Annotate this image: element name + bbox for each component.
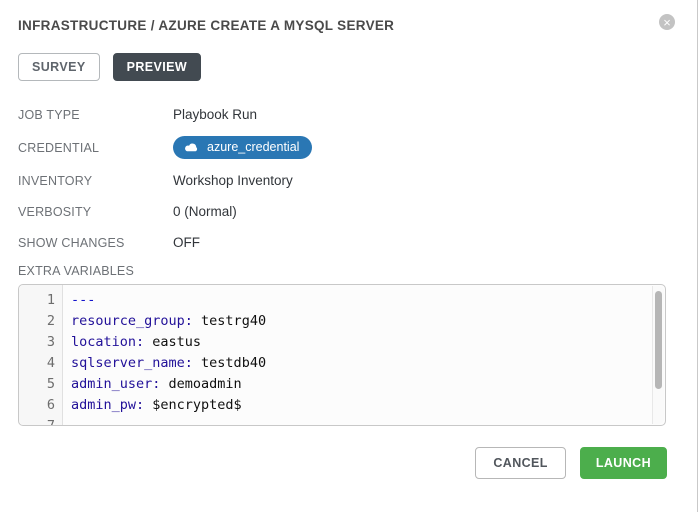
verbosity-value: 0 (Normal)	[173, 204, 237, 219]
yaml-key: resource_group:	[71, 313, 193, 329]
editor-scrollbar-thumb[interactable]	[655, 291, 662, 389]
yaml-value: eastus	[144, 334, 201, 350]
line-number: 7	[19, 416, 55, 426]
extra-variables-label: EXTRA VARIABLES	[18, 264, 667, 278]
job-type-value: Playbook Run	[173, 107, 257, 122]
yaml-key: admin_pw:	[71, 397, 144, 413]
yaml-value: $encrypted$	[144, 397, 242, 413]
yaml-key: sqlserver_name:	[71, 355, 193, 371]
inventory-value: Workshop Inventory	[173, 173, 293, 188]
tab-bar: SURVEY PREVIEW	[18, 53, 667, 81]
line-number: 2	[19, 311, 55, 332]
editor-scrollbar-track[interactable]	[652, 286, 664, 424]
extra-variables-editor[interactable]: 1 2 3 4 5 6 7 --- resource_group: testrg…	[18, 284, 666, 426]
yaml-doc-marker: ---	[71, 292, 95, 308]
job-details: JOB TYPE Playbook Run CREDENTIAL azure_c…	[18, 105, 667, 252]
credential-badge-label: azure_credential	[207, 140, 299, 154]
job-launch-preview-modal: INFRASTRUCTURE / AZURE CREATE A MYSQL SE…	[0, 0, 698, 512]
code-line	[71, 416, 651, 425]
yaml-value: testdb40	[193, 355, 266, 371]
job-type-row: JOB TYPE Playbook Run	[18, 105, 667, 124]
credential-row: CREDENTIAL azure_credential	[18, 136, 667, 159]
line-number: 5	[19, 374, 55, 395]
line-number: 3	[19, 332, 55, 353]
modal-footer: CANCEL LAUNCH	[18, 447, 667, 479]
verbosity-row: VERBOSITY 0 (Normal)	[18, 202, 667, 221]
tab-survey[interactable]: SURVEY	[18, 53, 100, 81]
modal-header: INFRASTRUCTURE / AZURE CREATE A MYSQL SE…	[18, 18, 667, 33]
show-changes-row: SHOW CHANGES OFF	[18, 233, 667, 252]
code-line: ---	[71, 290, 651, 311]
code-line: resource_group: testrg40	[71, 311, 651, 332]
yaml-key: location:	[71, 334, 144, 350]
cloud-icon	[184, 142, 199, 153]
editor-code-area[interactable]: --- resource_group: testrg40 location: e…	[63, 285, 665, 425]
show-changes-value: OFF	[173, 235, 200, 250]
line-number: 1	[19, 290, 55, 311]
job-type-label: JOB TYPE	[18, 108, 173, 122]
show-changes-label: SHOW CHANGES	[18, 236, 173, 250]
yaml-value: testrg40	[193, 313, 266, 329]
cancel-button[interactable]: CANCEL	[475, 447, 565, 479]
yaml-key: admin_user:	[71, 376, 160, 392]
launch-button[interactable]: LAUNCH	[580, 447, 667, 479]
inventory-row: INVENTORY Workshop Inventory	[18, 171, 667, 190]
close-icon: ×	[663, 15, 671, 30]
tab-preview[interactable]: PREVIEW	[113, 53, 201, 81]
editor-line-number-gutter: 1 2 3 4 5 6 7	[19, 285, 63, 425]
code-line: sqlserver_name: testdb40	[71, 353, 651, 374]
credential-badge[interactable]: azure_credential	[173, 136, 312, 159]
page-title: INFRASTRUCTURE / AZURE CREATE A MYSQL SE…	[18, 18, 667, 33]
line-number: 6	[19, 395, 55, 416]
verbosity-label: VERBOSITY	[18, 205, 173, 219]
code-line: admin_pw: $encrypted$	[71, 395, 651, 416]
code-line: admin_user: demoadmin	[71, 374, 651, 395]
line-number: 4	[19, 353, 55, 374]
inventory-label: INVENTORY	[18, 174, 173, 188]
credential-label: CREDENTIAL	[18, 141, 173, 155]
code-line: location: eastus	[71, 332, 651, 353]
close-button[interactable]: ×	[659, 14, 675, 30]
yaml-value: demoadmin	[160, 376, 241, 392]
